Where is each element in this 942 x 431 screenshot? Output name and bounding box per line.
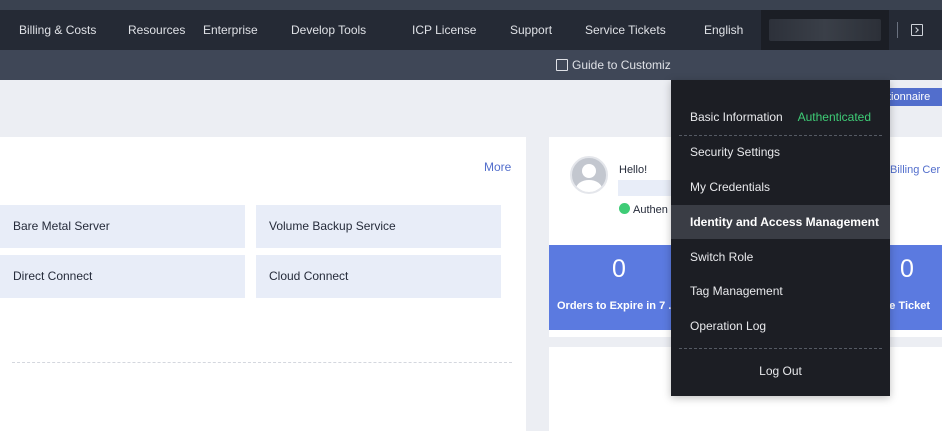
stat-orders-expiring[interactable]: 0 Orders to Expire in 7 ... [549, 245, 689, 330]
menu-my-credentials[interactable]: My Credentials [671, 170, 890, 204]
avatar-head [582, 164, 596, 178]
card-divider [12, 362, 512, 363]
edit-icon [556, 59, 568, 71]
nav-support[interactable]: Support [510, 10, 552, 50]
username-redacted [618, 180, 672, 196]
questionnaire-button[interactable]: tionnaire [884, 88, 942, 106]
menu-security-settings[interactable]: Security Settings [671, 135, 890, 169]
console-icon[interactable] [911, 24, 923, 36]
nav-billing-costs[interactable]: Billing & Costs [19, 10, 96, 50]
nav-enterprise[interactable]: Enterprise [203, 10, 258, 50]
menu-separator [679, 348, 882, 349]
nav-divider [897, 22, 898, 38]
nav-develop-tools[interactable]: Develop Tools [291, 10, 366, 50]
nav-service-tickets[interactable]: Service Tickets [585, 10, 666, 50]
authenticated-badge: Authenticated [797, 110, 871, 124]
service-bare-metal-server[interactable]: Bare Metal Server [0, 205, 245, 248]
billing-center-link[interactable]: Billing Cer [890, 164, 940, 176]
service-direct-connect[interactable]: Direct Connect [0, 255, 245, 298]
menu-basic-information-label: Basic Information [690, 110, 783, 124]
menu-log-out[interactable]: Log Out [671, 354, 890, 388]
check-circle-icon [619, 203, 630, 214]
top-shade [0, 0, 942, 10]
menu-tag-management[interactable]: Tag Management [671, 274, 890, 308]
guide-label: Guide to Customiz [572, 58, 671, 72]
menu-switch-role[interactable]: Switch Role [671, 240, 890, 274]
sub-bar [0, 50, 942, 80]
avatar-body [576, 180, 602, 192]
avatar [570, 156, 608, 194]
service-cloud-connect[interactable]: Cloud Connect [256, 255, 501, 298]
nav-icp-license[interactable]: ICP License [412, 10, 476, 50]
stat-label: Orders to Expire in 7 ... [557, 300, 678, 312]
account-name-redacted [769, 19, 881, 41]
guide-link[interactable]: Guide to Customiz [556, 50, 676, 80]
nav-language[interactable]: English [704, 10, 743, 50]
menu-identity-access-management[interactable]: Identity and Access Management [671, 205, 890, 239]
account-dropdown: Basic Information Authenticated Security… [671, 80, 890, 396]
nav-resources[interactable]: Resources [128, 10, 185, 50]
service-volume-backup[interactable]: Volume Backup Service [256, 205, 501, 248]
greeting: Hello! [619, 164, 648, 176]
more-link[interactable]: More [484, 160, 511, 174]
auth-status-mini-label: Authen [633, 204, 668, 216]
menu-operation-log[interactable]: Operation Log [671, 309, 890, 343]
auth-status-mini: Authen [619, 203, 671, 216]
stat-value: 0 [612, 255, 626, 283]
menu-basic-information[interactable]: Basic Information Authenticated [671, 100, 890, 134]
